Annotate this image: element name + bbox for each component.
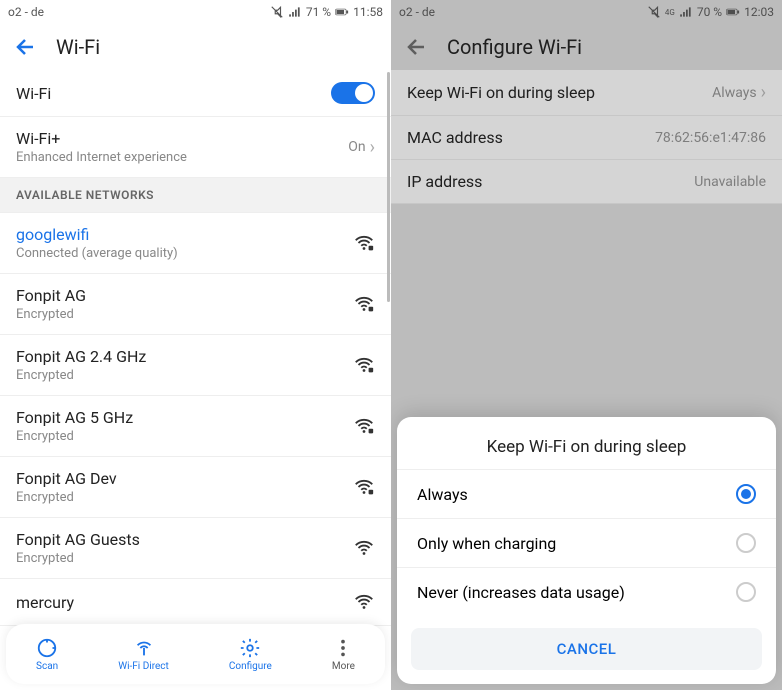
network-row[interactable]: googlewifi Connected (average quality) xyxy=(0,213,391,274)
sleep-dialog: Keep Wi-Fi on during sleep Always Only wh… xyxy=(397,417,776,684)
nav-configure[interactable]: Configure xyxy=(229,637,272,672)
time-label: 11:58 xyxy=(353,5,383,19)
network-name: Fonpit AG 5 GHz xyxy=(16,408,133,427)
wifi-icon xyxy=(353,537,375,559)
wifi-plus-sub: Enhanced Internet experience xyxy=(16,150,187,165)
wifi-toggle[interactable] xyxy=(331,82,375,104)
mute-icon xyxy=(270,5,284,19)
network-row[interactable]: Fonpit AG Guests Encrypted xyxy=(0,518,391,579)
option-label: Never (increases data usage) xyxy=(417,583,625,602)
available-networks-header: AVAILABLE NETWORKS xyxy=(0,178,391,213)
signal-icon xyxy=(288,5,302,19)
page-title: Wi-Fi xyxy=(56,35,100,59)
chevron-right-icon: › xyxy=(370,137,375,158)
dialog-option[interactable]: Only when charging xyxy=(397,518,776,567)
network-status: Encrypted xyxy=(16,307,86,322)
wifi-plus-title: Wi-Fi+ xyxy=(16,129,187,148)
wifi-lock-icon xyxy=(353,293,375,315)
dialog-option[interactable]: Never (increases data usage) xyxy=(397,567,776,616)
radio-button[interactable] xyxy=(736,582,756,602)
scan-icon xyxy=(36,637,58,659)
network-status: Encrypted xyxy=(16,368,146,383)
battery-icon xyxy=(335,5,349,19)
network-list: googlewifi Connected (average quality) Fon… xyxy=(0,213,391,626)
wifi-lock-icon xyxy=(353,354,375,376)
radio-button[interactable] xyxy=(736,533,756,553)
wifi-settings-screen: o2 - de 71 % 11:58 Wi-Fi Wi-Fi Wi-Fi+ En… xyxy=(0,0,391,690)
network-status: Encrypted xyxy=(16,490,117,505)
wifi-plus-value: On xyxy=(348,139,365,155)
cancel-button[interactable]: CANCEL xyxy=(411,628,762,670)
radio-button[interactable] xyxy=(736,484,756,504)
network-name: Fonpit AG Dev xyxy=(16,469,117,488)
option-label: Always xyxy=(417,485,468,504)
back-button[interactable] xyxy=(14,35,38,59)
wifi-toggle-row[interactable]: Wi-Fi xyxy=(0,70,391,117)
network-status: Encrypted xyxy=(16,429,133,444)
network-status: Connected (average quality) xyxy=(16,246,178,261)
network-name: googlewifi xyxy=(16,225,178,244)
title-bar: Wi-Fi xyxy=(0,24,391,70)
battery-percent: 71 % xyxy=(306,5,331,19)
more-icon xyxy=(332,637,354,659)
gear-icon xyxy=(239,637,261,659)
network-name: mercury xyxy=(16,593,74,612)
bottom-nav: Scan Wi-Fi Direct Configure More xyxy=(6,624,385,684)
configure-wifi-screen: o2 - de 4G 70 % 12:03 Configure Wi-Fi Ke… xyxy=(391,0,782,690)
wifi-direct-icon xyxy=(133,637,155,659)
network-row[interactable]: Fonpit AG 5 GHz Encrypted xyxy=(0,396,391,457)
arrow-left-icon xyxy=(14,35,38,59)
dialog-title: Keep Wi-Fi on during sleep xyxy=(397,421,776,469)
scrollbar[interactable] xyxy=(387,72,390,302)
carrier-label: o2 - de xyxy=(8,5,44,19)
status-icons: 71 % 11:58 xyxy=(270,5,383,19)
wifi-icon xyxy=(353,591,375,613)
wifi-lock-icon xyxy=(353,415,375,437)
option-label: Only when charging xyxy=(417,534,556,553)
nav-wifi-direct[interactable]: Wi-Fi Direct xyxy=(118,637,169,672)
nav-scan[interactable]: Scan xyxy=(36,637,58,672)
network-name: Fonpit AG Guests xyxy=(16,530,140,549)
dialog-option[interactable]: Always xyxy=(397,469,776,518)
network-row[interactable]: Fonpit AG Encrypted xyxy=(0,274,391,335)
network-row[interactable]: mercury xyxy=(0,579,391,626)
wifi-lock-icon xyxy=(353,476,375,498)
nav-more[interactable]: More xyxy=(332,637,355,672)
network-row[interactable]: Fonpit AG Dev Encrypted xyxy=(0,457,391,518)
network-name: Fonpit AG xyxy=(16,286,86,305)
wifi-toggle-label: Wi-Fi xyxy=(16,84,51,103)
network-row[interactable]: Fonpit AG 2.4 GHz Encrypted xyxy=(0,335,391,396)
network-status: Encrypted xyxy=(16,551,140,566)
network-name: Fonpit AG 2.4 GHz xyxy=(16,347,146,366)
status-bar: o2 - de 71 % 11:58 xyxy=(0,0,391,24)
wifi-lock-icon xyxy=(353,232,375,254)
wifi-plus-row[interactable]: Wi-Fi+ Enhanced Internet experience On › xyxy=(0,117,391,178)
